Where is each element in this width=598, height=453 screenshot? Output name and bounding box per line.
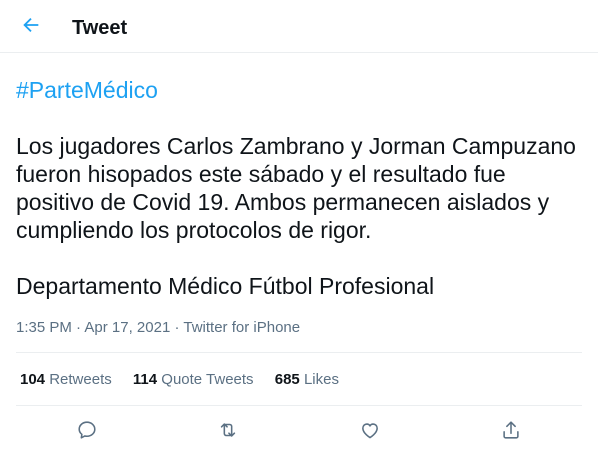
divider [16,405,582,406]
quote-tweets-stat[interactable]: 114 Quote Tweets [133,370,254,390]
tweet-actions [16,414,582,446]
retweets-stat[interactable]: 104 Retweets [20,370,112,390]
likes-stat[interactable]: 685 Likes [275,370,339,390]
share-button[interactable] [495,414,527,446]
heart-icon [362,423,378,439]
tweet-time-link[interactable]: 1:35 PM [16,319,72,336]
likes-count: 685 [274,371,300,388]
like-button[interactable] [354,414,386,446]
retweets-count: 104 [20,371,46,388]
reply-icon [78,421,96,439]
divider [16,352,582,353]
tweet-metadata: 1:35 PM · Apr 17, 2021 · Twitter for iPh… [16,318,300,338]
back-button[interactable] [14,8,48,42]
arrow-left-icon [23,17,39,33]
tweet-source-link[interactable]: Twitter for iPhone [183,319,300,336]
tweet-stats: 104 Retweets 114 Quote Tweets 685 Likes [20,370,356,390]
likes-label: Likes [303,371,339,388]
quote-tweets-count: 114 [132,371,158,388]
tweet-content: #ParteMédico Los jugadores Carlos Zambra… [16,76,582,300]
quote-tweets-label: Quote Tweets [161,371,254,388]
page-title: Tweet [72,17,128,39]
tweet-date-link[interactable]: Apr 17, 2021 [84,319,170,336]
retweets-label: Retweets [49,371,112,388]
tweet-signature-text: Departamento Médico Fútbol Profesional [16,273,435,299]
meta-separator: · [174,319,180,336]
reply-button[interactable] [71,414,103,446]
share-icon [503,421,519,439]
hashtag-link[interactable]: #ParteMédico [16,76,582,104]
retweet-button[interactable] [212,414,244,446]
meta-separator: · [76,319,82,336]
tweet-body-text: Los jugadores Carlos Zambrano y Jorman C… [16,133,576,243]
top-bar: Tweet [0,0,598,53]
retweet-icon [220,423,236,437]
